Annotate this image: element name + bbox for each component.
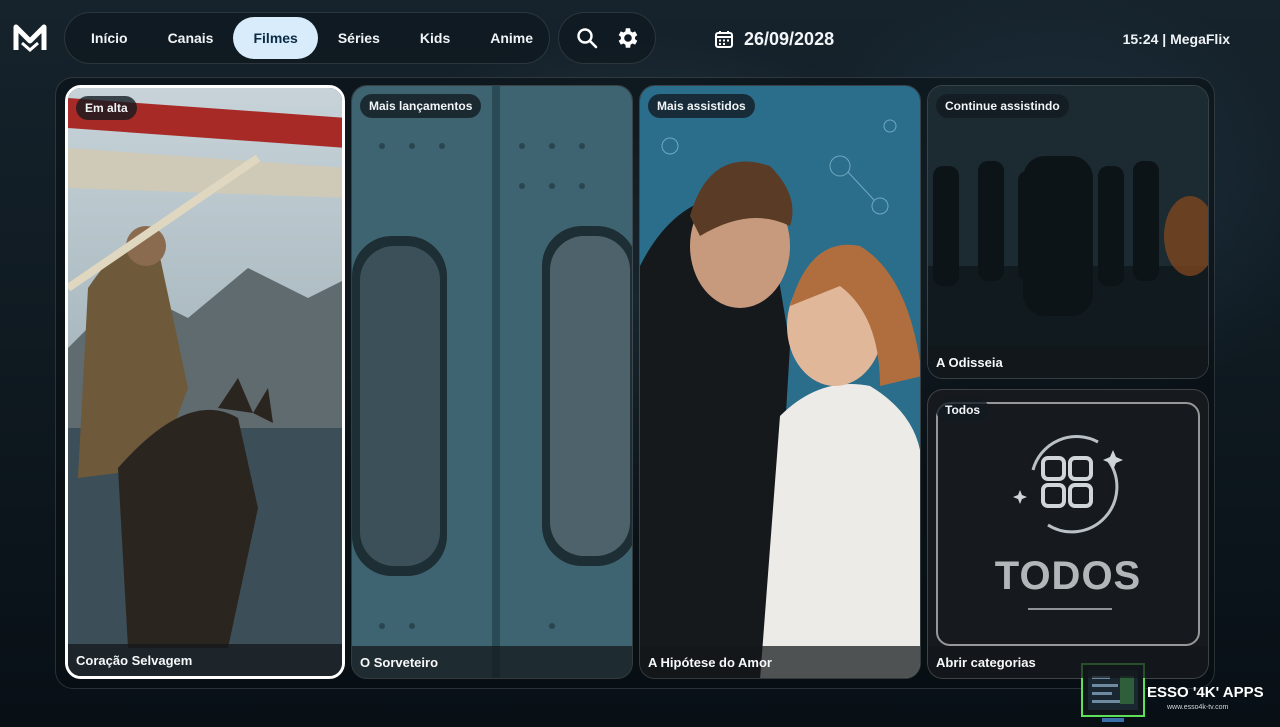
card-tag: Mais assistidos xyxy=(648,94,755,118)
card-tag: Todos xyxy=(936,398,990,422)
card-tag: Continue assistindo xyxy=(936,94,1069,118)
search-button[interactable] xyxy=(571,22,603,54)
card-title: O Sorveteiro xyxy=(352,646,632,678)
main-nav: Início Canais Filmes Séries Kids Anime xyxy=(64,12,550,64)
poster-art xyxy=(68,88,342,676)
nav-tab-inicio[interactable]: Início xyxy=(71,17,148,59)
movie-card-a-odisseia[interactable]: Continue assistindo A Odisseia xyxy=(927,85,1209,379)
poster-art xyxy=(640,86,920,678)
tools-bar xyxy=(558,12,656,64)
clock-text: 15:24 | MegaFlix xyxy=(1122,31,1230,47)
movie-card-a-hipotese-do-amor[interactable]: Mais assistidos A Hipótese do Amor xyxy=(639,85,921,679)
settings-button[interactable] xyxy=(611,22,643,54)
card-title: A Hipótese do Amor xyxy=(640,646,920,678)
card-title: Coração Selvagem xyxy=(68,644,342,676)
nav-tab-canais[interactable]: Canais xyxy=(148,17,234,59)
gear-icon xyxy=(618,28,638,48)
categories-art-text: TODOS xyxy=(994,554,1142,598)
nav-tab-filmes[interactable]: Filmes xyxy=(233,17,318,59)
watermark-text: ESSO '4K' APPS xyxy=(1147,684,1264,701)
movie-card-o-sorveteiro[interactable]: Mais lançamentos O Sorveteiro xyxy=(351,85,633,679)
movie-card-coracao-selvagem[interactable]: Em alta Coração Selvagem xyxy=(65,85,345,679)
watermark-subtext: www.esso4k-tv.com xyxy=(1167,704,1229,711)
categories-card[interactable]: TODOS Todos Abrir categorias xyxy=(927,389,1209,679)
categories-grid-icon xyxy=(1013,435,1123,534)
nav-tab-series[interactable]: Séries xyxy=(318,17,400,59)
card-tag: Em alta xyxy=(76,96,137,120)
art-underline xyxy=(1028,608,1112,610)
search-icon xyxy=(577,28,598,49)
poster-art xyxy=(352,86,632,678)
card-tag: Mais lançamentos xyxy=(360,94,482,118)
date-display: 26/09/2028 xyxy=(714,28,834,50)
calendar-icon xyxy=(715,31,733,48)
card-title: A Odisseia xyxy=(928,346,1208,378)
nav-tab-kids[interactable]: Kids xyxy=(400,17,470,59)
nav-tab-anime[interactable]: Anime xyxy=(470,17,553,59)
poster-art xyxy=(928,86,1208,378)
card-title: Abrir categorias xyxy=(928,646,1208,678)
date-text: 26/09/2028 xyxy=(744,28,835,49)
app-logo[interactable] xyxy=(10,18,50,58)
content-panel: Em alta Coração Selvagem Mais lançamento… xyxy=(55,77,1215,689)
